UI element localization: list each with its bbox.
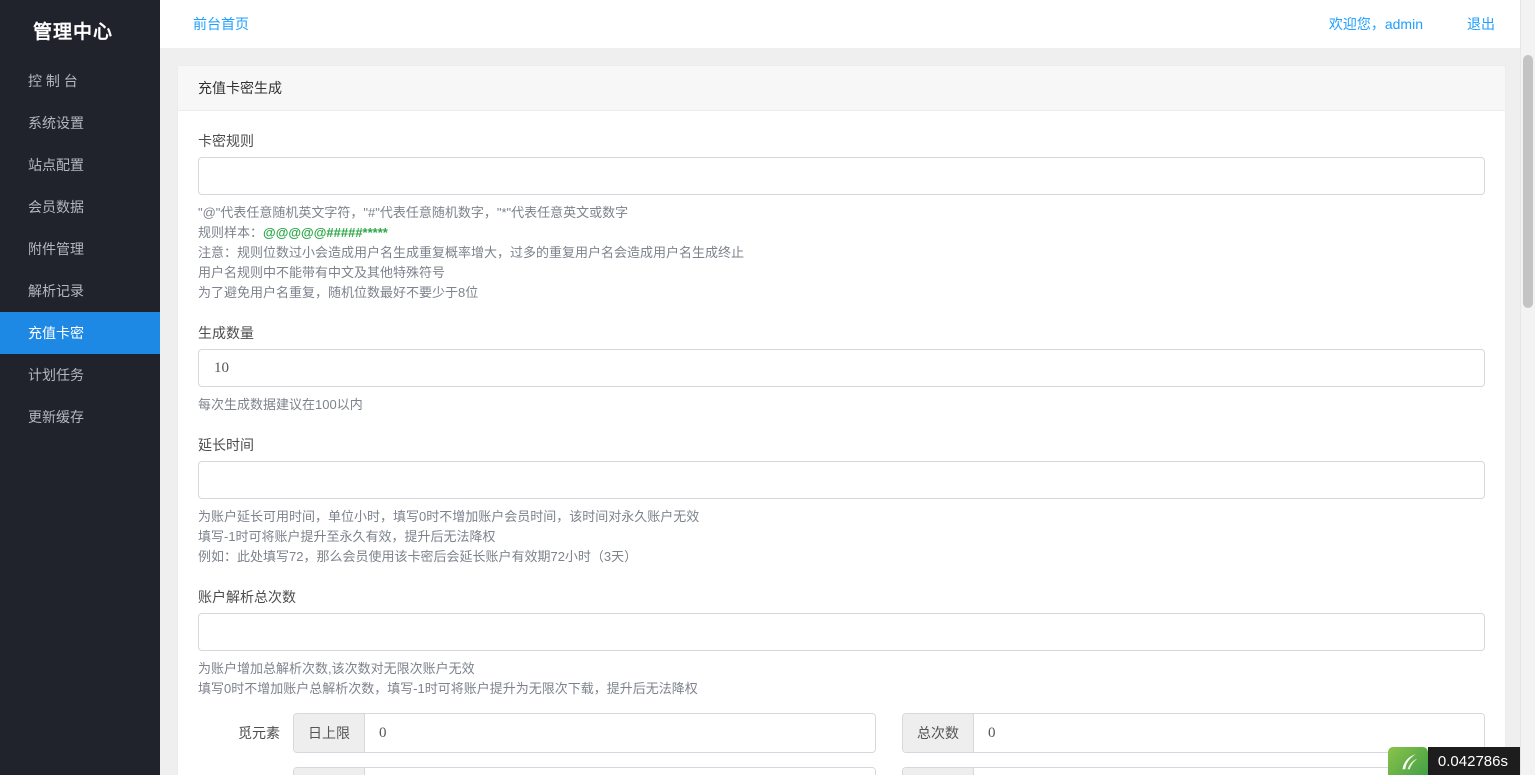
thinkphp-trace-icon[interactable] (1388, 747, 1428, 775)
help-line: 为了避免用户名重复，随机位数最好不要少于8位 (198, 283, 1485, 303)
rule-sample-line: 规则样本：@@@@@#####***** (198, 223, 1485, 243)
help-line: 为账户增加总解析次数,该次数对无限次账户无效 (198, 659, 1485, 679)
sidebar-item-console[interactable]: 控 制 台 (0, 60, 160, 102)
content-area: 充值卡密生成 卡密规则 "@"代表任意随机英文字符，"#"代表任意随机数字，"*… (160, 48, 1535, 775)
card-rule-help: "@"代表任意随机英文字符，"#"代表任意随机数字，"*"代表任意英文或数字 规… (198, 203, 1485, 303)
topbar: 前台首页 欢迎您，admin 退出 (160, 0, 1535, 48)
card-rule-input[interactable] (198, 157, 1485, 195)
total-parse-times-input[interactable] (198, 613, 1485, 651)
section-quantity: 生成数量 每次生成数据建议在100以内 (198, 323, 1485, 415)
quantity-label: 生成数量 (198, 323, 1485, 343)
extend-time-input[interactable] (198, 461, 1485, 499)
daily-limit-group: 日上限 (293, 713, 876, 753)
frontend-home-link[interactable]: 前台首页 (193, 14, 249, 34)
section-extend-time: 延长时间 为账户延长可用时间，单位小时，填写0时不增加账户会员时间，该时间对永久… (198, 435, 1485, 567)
panel-title: 充值卡密生成 (178, 66, 1505, 111)
sidebar-item-system-settings[interactable]: 系统设置 (0, 102, 160, 144)
sidebar: 管理中心 控 制 台 系统设置 站点配置 会员数据 附件管理 解析记录 充值卡密… (0, 0, 160, 775)
rule-sample-label: 规则样本： (198, 225, 263, 240)
daily-limit-addon: 日上限 (294, 714, 365, 752)
help-line: 填写-1时可将账户提升至永久有效，提升后无法降权 (198, 527, 1485, 547)
section-total-parse-times: 账户解析总次数 为账户增加总解析次数,该次数对无限次账户无效 填写0时不增加账户… (198, 587, 1485, 699)
daily-limit-input[interactable] (365, 768, 875, 775)
section-card-rule: 卡密规则 "@"代表任意随机英文字符，"#"代表任意随机数字，"*"代表任意英文… (198, 131, 1485, 303)
site-limit-rows: 觅元素 日上限 总次数 我图网 日上限 (198, 713, 1485, 775)
total-times-addon: 总次数 (903, 768, 974, 775)
daily-limit-input[interactable] (365, 714, 875, 752)
help-line: 每次生成数据建议在100以内 (198, 395, 1485, 415)
main-area: 前台首页 欢迎您，admin 退出 充值卡密生成 卡密规则 "@"代表任意随机英… (160, 0, 1535, 775)
quantity-input[interactable] (198, 349, 1485, 387)
sidebar-item-recharge-card[interactable]: 充值卡密 (0, 312, 160, 354)
site-name-label: 觅元素 (198, 723, 280, 743)
help-line: 填写0时不增加账户总解析次数，填写-1时可将账户提升为无限次下载，提升后无法降权 (198, 679, 1485, 699)
help-line: "@"代表任意随机英文字符，"#"代表任意随机数字，"*"代表任意英文或数字 (198, 203, 1485, 223)
site-row-wotuwang: 我图网 日上限 总次数 (198, 767, 1485, 775)
daily-limit-addon: 日上限 (294, 768, 365, 775)
sidebar-item-scheduled-tasks[interactable]: 计划任务 (0, 354, 160, 396)
welcome-user-link[interactable]: 欢迎您，admin (1329, 14, 1423, 34)
sidebar-item-parse-records[interactable]: 解析记录 (0, 270, 160, 312)
trace-badge: 0.042786s (1388, 747, 1520, 775)
help-line: 注意：规则位数过小会造成用户名生成重复概率增大，过多的重复用户名会造成用户名生成… (198, 243, 1485, 263)
extend-time-label: 延长时间 (198, 435, 1485, 455)
sidebar-item-refresh-cache[interactable]: 更新缓存 (0, 396, 160, 438)
site-row-miyuansu: 觅元素 日上限 总次数 (198, 713, 1485, 753)
daily-limit-group: 日上限 (293, 767, 876, 775)
scrollbar-track (1520, 0, 1535, 775)
total-parse-times-label: 账户解析总次数 (198, 587, 1485, 607)
rule-sample-value: @@@@@#####***** (263, 225, 388, 240)
app-title: 管理中心 (0, 0, 160, 60)
card-rule-label: 卡密规则 (198, 131, 1485, 151)
sidebar-item-member-data[interactable]: 会员数据 (0, 186, 160, 228)
leaf-swoosh-icon (1397, 750, 1419, 772)
panel-body: 卡密规则 "@"代表任意随机英文字符，"#"代表任意随机数字，"*"代表任意英文… (178, 111, 1505, 775)
sidebar-item-site-config[interactable]: 站点配置 (0, 144, 160, 186)
card-generation-panel: 充值卡密生成 卡密规则 "@"代表任意随机英文字符，"#"代表任意随机数字，"*… (177, 65, 1506, 775)
total-parse-times-help: 为账户增加总解析次数,该次数对无限次账户无效 填写0时不增加账户总解析次数，填写… (198, 659, 1485, 699)
scrollbar-thumb[interactable] (1523, 55, 1533, 308)
logout-link[interactable]: 退出 (1467, 14, 1495, 34)
sidebar-item-attachment-mgmt[interactable]: 附件管理 (0, 228, 160, 270)
help-line: 为账户延长可用时间，单位小时，填写0时不增加账户会员时间，该时间对永久账户无效 (198, 507, 1485, 527)
help-line: 用户名规则中不能带有中文及其他特殊符号 (198, 263, 1485, 283)
total-times-addon: 总次数 (903, 714, 974, 752)
help-line: 例如：此处填写72，那么会员使用该卡密后会延长账户有效期72小时（3天） (198, 547, 1485, 567)
quantity-help: 每次生成数据建议在100以内 (198, 395, 1485, 415)
extend-time-help: 为账户延长可用时间，单位小时，填写0时不增加账户会员时间，该时间对永久账户无效 … (198, 507, 1485, 567)
exec-time-label: 0.042786s (1428, 747, 1520, 775)
